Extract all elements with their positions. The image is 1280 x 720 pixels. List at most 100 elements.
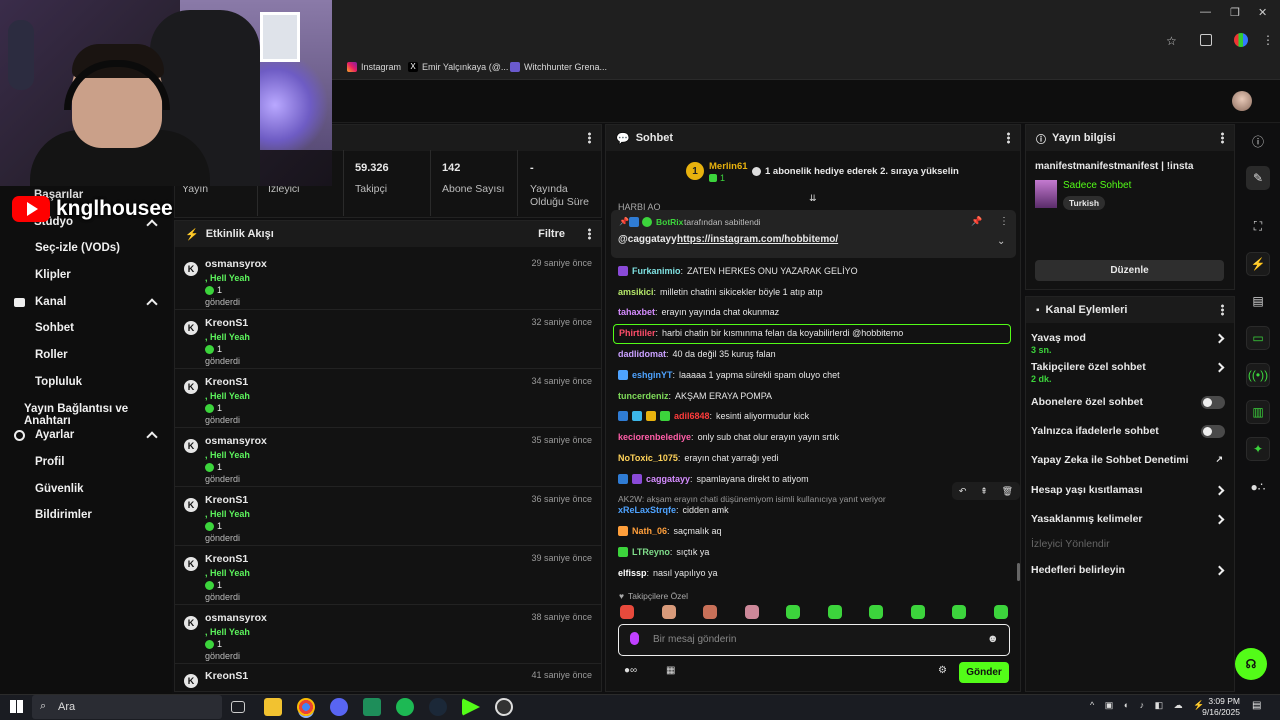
filter-button[interactable]: Filtre <box>538 228 565 240</box>
bookmark-witchhunter[interactable]: Witchhunter Grena... <box>510 62 607 72</box>
sidebar-item-guvenlik[interactable]: Güvenlik <box>35 483 84 495</box>
emote-icon[interactable] <box>827 605 842 619</box>
broadcast-icon[interactable]: ((•)) <box>1246 363 1270 387</box>
emote-icon[interactable] <box>703 605 717 619</box>
emote-icon[interactable] <box>910 605 925 619</box>
pin-icon[interactable]: 📌 <box>971 216 982 227</box>
chat-message[interactable]: adil6848: kesinti aliyormudur kick <box>618 411 809 421</box>
chat-username[interactable]: NoToxic_1075 <box>618 453 678 463</box>
more-icon[interactable] <box>1007 132 1010 144</box>
taskbar-search[interactable]: ⌕ Ara <box>32 695 222 719</box>
star-icon[interactable]: ☆ <box>1166 34 1177 48</box>
language-tag[interactable]: Turkish <box>1063 196 1106 210</box>
chat-username[interactable]: adil6848 <box>674 411 710 421</box>
chat-username[interactable]: xReLaxStrqfe <box>618 505 676 515</box>
slow-mode-row[interactable]: Yavaş mod 3 sn. <box>1031 332 1227 355</box>
microphone-icon[interactable] <box>630 632 639 645</box>
extensions-icon[interactable] <box>1200 34 1212 46</box>
sidebar-item-klipler[interactable]: Klipler <box>35 269 71 281</box>
sidebar-item-roller[interactable]: Roller <box>35 349 68 361</box>
sidebar-item-baglanti[interactable]: Yayın Bağlantısı ve Anahtarı <box>24 403 172 427</box>
emote-icon[interactable] <box>869 605 883 619</box>
spotify-icon[interactable] <box>396 698 414 716</box>
file-explorer-icon[interactable] <box>264 698 282 716</box>
chat-message[interactable]: tuncerdeniz: AKŞAM ERAYA POMPA <box>618 391 772 401</box>
clock-date[interactable]: 9/16/2025 <box>1196 707 1240 717</box>
activity-user[interactable]: osmansyrox <box>205 435 267 447</box>
chat-message[interactable]: LTReyno: sıçtık ya <box>618 547 709 557</box>
chevron-up-icon[interactable] <box>146 431 158 443</box>
xbox-icon[interactable] <box>363 698 381 716</box>
chat-message[interactable]: amsikici: milletin chatini sikicekler böy… <box>618 287 823 297</box>
chat-message[interactable]: keciorenbelediye: only sub chat olur eray… <box>618 432 839 442</box>
avatar[interactable] <box>1232 91 1252 111</box>
document-icon[interactable]: ▤ <box>1246 289 1270 313</box>
chat-message[interactable]: xReLaxStrqfe: cidden amk <box>618 505 729 515</box>
more-icon[interactable]: ⋮ <box>999 216 1009 227</box>
clock-time[interactable]: 3:09 PM <box>1204 696 1240 706</box>
banned-words-row[interactable]: Yasaklanmış kelimeler <box>1031 513 1227 525</box>
sidebar-item-profil[interactable]: Profil <box>35 456 64 468</box>
profile-icon[interactable] <box>1234 33 1248 47</box>
obs-icon[interactable] <box>495 698 513 716</box>
activity-user[interactable]: KreonS1 <box>205 494 248 506</box>
activity-user[interactable]: KreonS1 <box>205 376 248 388</box>
system-tray-icons[interactable]: ^ ▣ ◐ ♪ ◧ ☁ ⚡ <box>1090 700 1208 711</box>
discord-icon[interactable] <box>330 698 348 716</box>
activity-user[interactable]: KreonS1 <box>205 670 248 682</box>
chat-message[interactable]: tahaxbet: erayın yayında chat okunmaz <box>618 307 779 317</box>
chat-message[interactable]: eshginYT: laaaaa 1 yapma sürekli spam olu… <box>618 370 840 380</box>
emoji-icon[interactable]: ☻ <box>987 633 999 645</box>
layout-icon[interactable]: ▥ <box>1246 400 1270 424</box>
task-view-icon[interactable] <box>231 701 245 713</box>
activity-user[interactable]: osmansyrox <box>205 258 267 270</box>
bookmark-x[interactable]: X Emir Yalçınkaya (@... <box>408 62 508 72</box>
chat-username[interactable]: eshginYT <box>632 370 673 380</box>
sidebar-item-sohbet[interactable]: Sohbet <box>35 322 74 334</box>
chat-username[interactable]: tuncerdeniz <box>618 391 669 401</box>
steam-icon[interactable] <box>429 698 447 716</box>
edit-icon[interactable]: ✎ <box>1246 166 1270 190</box>
restore-icon[interactable]: ❐ <box>1230 6 1240 19</box>
windows-start-icon[interactable] <box>10 700 23 713</box>
wrench-icon[interactable]: ✦ <box>1246 437 1270 461</box>
users-icon[interactable]: ●∴ <box>1246 475 1270 499</box>
expand-icon[interactable]: ⇊ <box>809 193 817 204</box>
sidebar-section-kanal[interactable]: Kanal <box>14 296 66 308</box>
sidebar-item-vods[interactable]: Seç-izle (VODs) <box>35 242 120 254</box>
sidebar-section-ayarlar[interactable]: Ayarlar <box>14 429 74 441</box>
emote-icon[interactable] <box>786 605 800 619</box>
leader-name[interactable]: Merlin61 <box>709 161 748 172</box>
send-button[interactable]: Gönder <box>959 662 1009 683</box>
more-icon[interactable] <box>588 132 591 144</box>
chat-message[interactable]: NoToxic_1075: erayın chat yarrağı yedi <box>618 453 778 463</box>
chat-message[interactable]: elfissp: nasıl yapılıyo ya <box>618 568 718 578</box>
pinned-user[interactable]: @caggatayy <box>618 234 677 245</box>
reply-icon[interactable]: ↶ <box>959 486 967 497</box>
delete-icon[interactable]: 🗑 <box>1002 486 1013 497</box>
close-icon[interactable]: ✕ <box>1258 6 1267 19</box>
chat-username[interactable]: elfissp <box>618 568 647 578</box>
chat-message[interactable]: Nath_06: saçmalık aq <box>618 526 722 536</box>
chat-username[interactable]: keciorenbelediye <box>618 432 691 442</box>
expand-icon[interactable]: ⛶ <box>1246 214 1270 238</box>
sidebar-item-bildirimler[interactable]: Bildirimler <box>35 509 92 521</box>
edit-button[interactable]: Düzenle <box>1035 260 1224 281</box>
chat-username[interactable]: caggatayy <box>646 474 690 484</box>
more-icon[interactable] <box>588 228 591 240</box>
chat-username[interactable]: Nath_06 <box>632 526 667 536</box>
ai-mod-row[interactable]: Yapay Zeka ile Sohbet Denetimi ↗ <box>1031 454 1227 466</box>
chat-icon[interactable]: ▭ <box>1246 326 1270 350</box>
support-icon[interactable]: ☊ <box>1235 648 1267 680</box>
chat-message[interactable]: Furkanimio: ZATEN HERKES ONU YAZARAK GELİ… <box>618 266 858 276</box>
chat-input[interactable]: Bir mesaj gönderin ☻ <box>618 624 1010 656</box>
gear-icon[interactable]: ⚙ <box>938 665 947 676</box>
chat-message[interactable]: dadlidomat:40 da değil 35 kuruş falan <box>618 349 776 359</box>
pin-icon[interactable]: ⇞ <box>980 486 988 497</box>
chat-username[interactable]: amsikici <box>618 287 654 297</box>
more-icon[interactable] <box>1221 132 1224 144</box>
emote-icon[interactable] <box>744 605 759 619</box>
chevron-up-icon[interactable] <box>146 298 158 310</box>
sidebar-item-topluluk[interactable]: Topluluk <box>35 376 82 388</box>
emote-icon[interactable] <box>952 605 966 619</box>
